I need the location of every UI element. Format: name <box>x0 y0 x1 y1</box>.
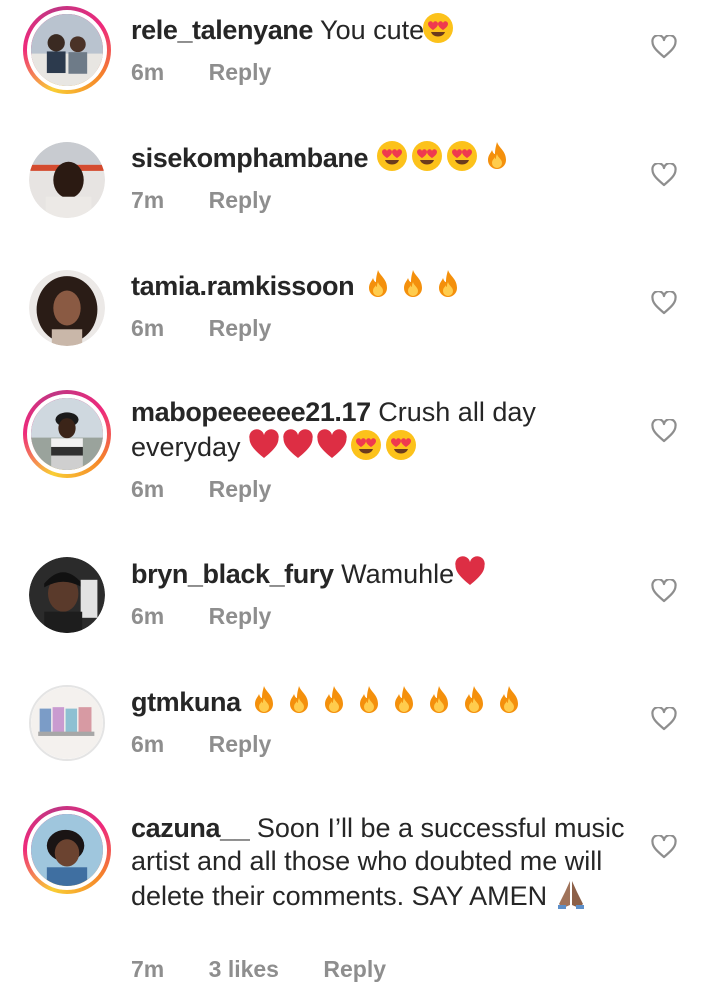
fire-emoji <box>283 684 315 716</box>
comment-username[interactable]: sisekomphambane <box>131 143 368 173</box>
comment-time: 6m <box>131 476 165 502</box>
avatar-cazuna[interactable] <box>23 806 111 894</box>
fire-emoji <box>481 140 513 172</box>
heart-eyes-emoji <box>446 140 478 172</box>
heart-eyes-emoji <box>422 12 454 44</box>
fire-emoji <box>493 684 525 716</box>
avatar-sisekomphambane[interactable] <box>29 142 105 218</box>
heart-outline-icon[interactable] <box>651 835 677 859</box>
red-heart-emoji <box>454 556 486 588</box>
fire-emoji <box>397 268 429 300</box>
comment-username[interactable]: gtmkuna <box>131 687 241 717</box>
comment-username[interactable]: rele_talenyane <box>131 15 313 45</box>
avatar-photo <box>29 142 105 218</box>
fire-emoji <box>362 268 394 300</box>
fire-emoji <box>388 684 420 716</box>
comment-text: Wamuhle <box>341 559 455 589</box>
comment-time: 7m <box>131 956 165 982</box>
avatar-rele-talenyane[interactable] <box>23 6 111 94</box>
avatar-mabopeeeeee21-17[interactable] <box>23 390 111 478</box>
avatar-tamia-ramkissoon[interactable] <box>29 270 105 346</box>
reply-button[interactable]: Reply <box>209 476 272 502</box>
reply-button[interactable]: Reply <box>209 603 272 629</box>
heart-eyes-emoji <box>376 140 408 172</box>
fire-emoji <box>318 684 350 716</box>
avatar-bryn-black-fury[interactable] <box>29 557 105 633</box>
avatar-photo <box>31 814 103 886</box>
red-heart-emoji <box>248 429 280 461</box>
heart-outline-icon[interactable] <box>651 707 677 731</box>
heart-outline-icon[interactable] <box>651 419 677 443</box>
fire-emoji <box>458 684 490 716</box>
comment-username[interactable]: bryn_black_fury <box>131 559 334 589</box>
comment-time: 6m <box>131 731 165 757</box>
fire-emoji <box>353 684 385 716</box>
comment-time: 6m <box>131 59 165 85</box>
reply-button[interactable]: Reply <box>323 956 386 982</box>
fire-emoji <box>248 684 280 716</box>
heart-eyes-emoji <box>350 429 382 461</box>
folded-hands-emoji <box>555 878 587 910</box>
heart-eyes-emoji <box>411 140 443 172</box>
avatar-photo <box>31 398 103 470</box>
reply-button[interactable]: Reply <box>209 731 272 757</box>
fire-emoji <box>432 268 464 300</box>
comment-time: 7m <box>131 187 165 213</box>
reply-button[interactable]: Reply <box>209 315 272 341</box>
comment-text: You cute <box>320 15 425 45</box>
red-heart-emoji <box>316 429 348 461</box>
comment-time: 6m <box>131 315 165 341</box>
heart-outline-icon[interactable] <box>651 35 677 59</box>
red-heart-emoji <box>282 429 314 461</box>
avatar-photo <box>31 14 103 86</box>
heart-outline-icon[interactable] <box>651 163 677 187</box>
avatar-photo <box>29 270 105 346</box>
avatar-photo <box>29 557 105 633</box>
reply-button[interactable]: Reply <box>209 187 272 213</box>
likes-count[interactable]: 3 likes <box>209 956 279 982</box>
heart-outline-icon[interactable] <box>651 579 677 603</box>
avatar-photo <box>31 687 103 759</box>
avatar-gtmkuna[interactable] <box>29 685 105 761</box>
comment-username[interactable]: cazuna__ <box>131 813 250 843</box>
heart-outline-icon[interactable] <box>651 291 677 315</box>
comment-time: 6m <box>131 603 165 629</box>
fire-emoji <box>423 684 455 716</box>
heart-eyes-emoji <box>385 429 417 461</box>
comment-username[interactable]: mabopeeeeee21.17 <box>131 397 371 427</box>
reply-button[interactable]: Reply <box>209 59 272 85</box>
comment-username[interactable]: tamia.ramkissoon <box>131 271 355 301</box>
